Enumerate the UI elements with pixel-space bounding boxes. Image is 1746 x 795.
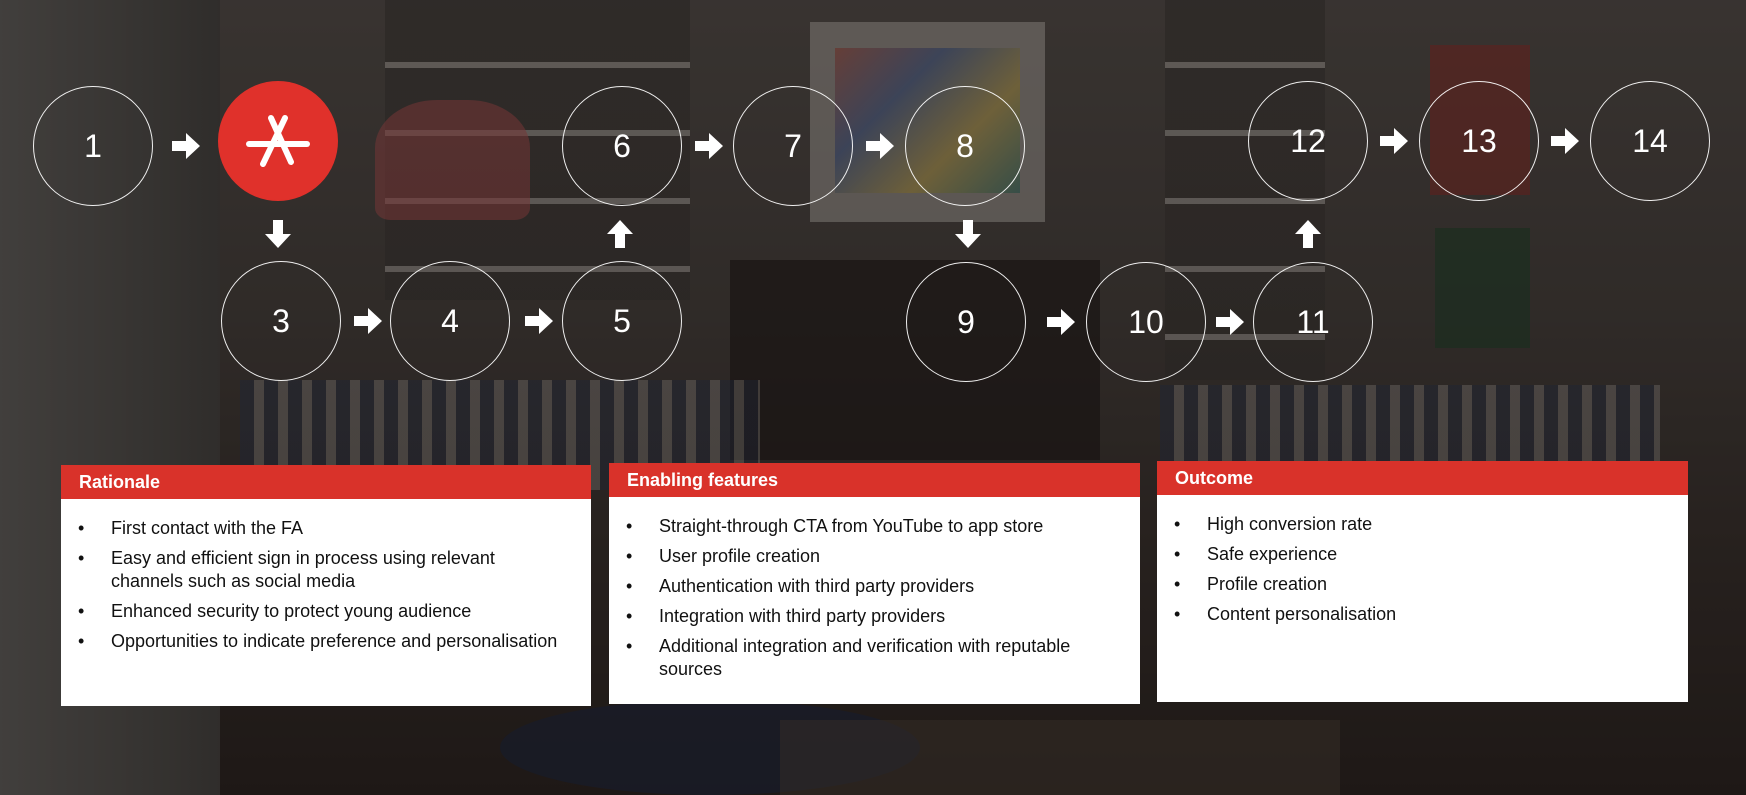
panel-body: • Straight-through CTA from YouTube to ap… (609, 505, 1140, 704)
arrow-up-icon (607, 220, 633, 248)
step-circle[interactable]: 8 (905, 86, 1025, 206)
bullet-icon: • (626, 636, 633, 656)
rationale-panel: Rationale • First contact with the FA • Ea… (61, 465, 591, 706)
step-circle[interactable]: 11 (1253, 262, 1373, 382)
step-circle[interactable]: 4 (390, 261, 510, 381)
step-circle[interactable]: 7 (733, 86, 853, 206)
list-item: • Easy and efficient sign in process usin… (78, 548, 495, 591)
panel-title: Rationale (61, 465, 591, 499)
bullet-icon: • (626, 546, 633, 566)
bullet-icon: • (1174, 604, 1181, 624)
step-circle[interactable]: 12 (1248, 81, 1368, 201)
list-item: • Safe experience (1174, 544, 1338, 564)
arrow-right-icon (354, 308, 382, 334)
bullet-icon: • (78, 518, 85, 538)
arrow-up-icon (1295, 220, 1321, 248)
arrow-down-icon (265, 220, 291, 248)
step-circle[interactable]: 1 (33, 86, 153, 206)
list-item: • Opportunities to indicate preference an… (78, 631, 558, 651)
step-circle[interactable]: 14 (1590, 81, 1710, 201)
arrow-right-icon (1047, 309, 1075, 335)
panel-title: Enabling features (609, 463, 1140, 497)
step-circle-app-store[interactable] (218, 81, 338, 201)
list-item: • Content personalisation (1174, 604, 1397, 624)
list-item: • Profile creation (1174, 574, 1328, 594)
list-item: • High conversion rate (1174, 514, 1373, 534)
step-circle[interactable]: 13 (1419, 81, 1539, 201)
panel-body: • High conversion rate • Safe experience •… (1157, 503, 1688, 702)
bullet-list: • First contact with the FA • Easy and eff… (61, 507, 591, 653)
bullet-list: • Straight-through CTA from YouTube to ap… (609, 505, 1140, 681)
bullet-icon: • (626, 576, 633, 596)
arrow-right-icon (866, 133, 894, 159)
panel-title: Outcome (1157, 461, 1688, 495)
arrow-down-icon (955, 220, 981, 248)
bullet-list: • High conversion rate • Safe experience •… (1157, 503, 1688, 626)
enabling-features-panel: Enabling features • Straight-through CTA … (609, 463, 1140, 704)
list-item: • User profile creation (626, 546, 821, 566)
bullet-icon: • (1174, 544, 1181, 564)
list-item: • Additional integration and verification… (626, 636, 1071, 679)
bullet-icon: • (1174, 574, 1181, 594)
arrow-right-icon (1380, 128, 1408, 154)
bullet-icon: • (78, 631, 85, 651)
list-item: • First contact with the FA (78, 518, 304, 538)
bullet-icon: • (626, 516, 633, 536)
arrow-right-icon (525, 308, 553, 334)
step-circle[interactable]: 10 (1086, 262, 1206, 382)
arrow-right-icon (172, 133, 200, 159)
bullet-icon: • (626, 606, 633, 626)
outcome-panel: Outcome • High conversion rate • Safe expe… (1157, 461, 1688, 702)
bullet-icon: • (1174, 514, 1181, 534)
list-item: • Straight-through CTA from YouTube to ap… (626, 516, 1044, 536)
panel-body: • First contact with the FA • Easy and eff… (61, 507, 591, 706)
arrow-right-icon (695, 133, 723, 159)
arrow-right-icon (1551, 128, 1579, 154)
app-store-icon (246, 115, 310, 167)
list-item: • Authentication with third party provide… (626, 576, 975, 596)
step-circle[interactable]: 5 (562, 261, 682, 381)
bullet-icon: • (78, 601, 85, 621)
arrow-right-icon (1216, 309, 1244, 335)
step-circle[interactable]: 9 (906, 262, 1026, 382)
list-item: • Enhanced security to protect young audi… (78, 601, 472, 621)
step-circle[interactable]: 3 (221, 261, 341, 381)
list-item: • Integration with third party providers (626, 606, 946, 626)
step-circle[interactable]: 6 (562, 86, 682, 206)
bullet-icon: • (78, 548, 85, 568)
